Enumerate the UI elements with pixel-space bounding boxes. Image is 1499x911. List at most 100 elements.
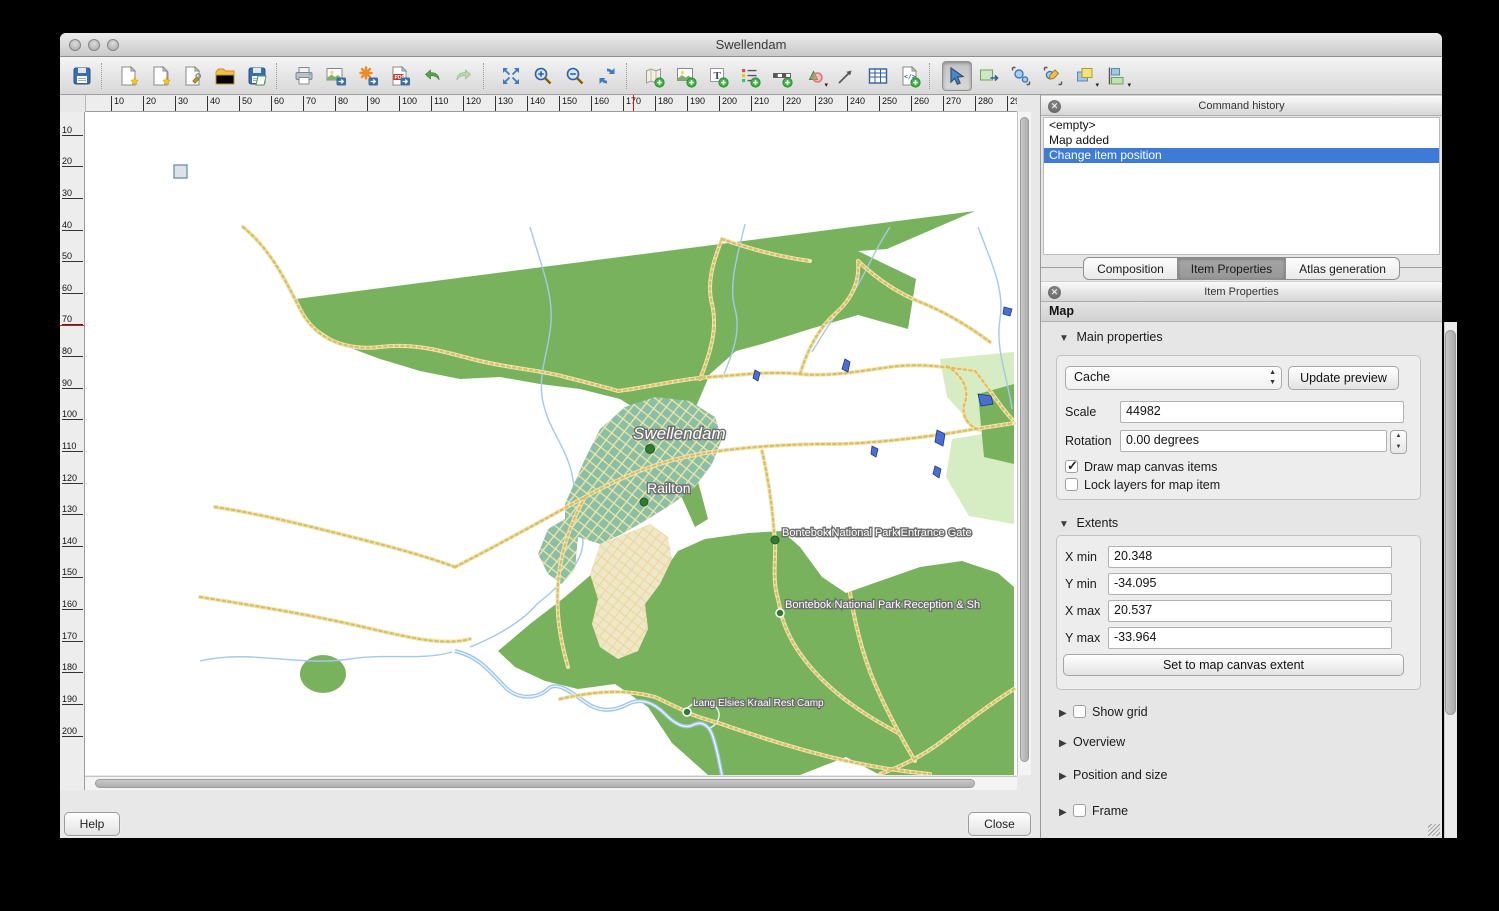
select-move-item-button[interactable] — [942, 61, 972, 91]
edit-nodes-item-button[interactable] — [1006, 61, 1036, 91]
section-frame[interactable]: ▶Frame — [1059, 804, 1128, 818]
expand-triangle-icon[interactable]: ▶ — [1059, 738, 1073, 749]
ruler-mark-top: 50 — [239, 96, 252, 112]
rotation-input[interactable]: 0.00 degrees — [1120, 430, 1387, 452]
zoom-in-button[interactable] — [528, 61, 558, 91]
composer-item-small[interactable] — [174, 165, 187, 178]
redo-button[interactable] — [449, 61, 479, 91]
export-svg-button[interactable] — [353, 61, 383, 91]
map-mode-select[interactable]: Cache ▲▼ — [1065, 366, 1282, 390]
command-history-item[interactable]: Change item position — [1044, 148, 1439, 163]
tab-composition[interactable]: Composition — [1083, 257, 1178, 280]
section-overview[interactable]: ▶Overview — [1059, 735, 1125, 749]
new-composition-button[interactable] — [114, 61, 144, 91]
close-button[interactable]: Close — [968, 812, 1031, 836]
collapse-triangle-icon[interactable]: ▼ — [1059, 519, 1073, 530]
ruler-mark-left: 80 — [62, 346, 83, 357]
main-properties-section-header[interactable]: ▼ Main properties — [1059, 330, 1163, 344]
add-legend-button[interactable] — [735, 61, 765, 91]
expand-triangle-icon[interactable]: ▶ — [1059, 807, 1073, 818]
panel-resize-grip[interactable] — [1428, 824, 1440, 836]
section-show-grid[interactable]: ▶Show grid — [1059, 705, 1148, 719]
expand-triangle-icon[interactable]: ▶ — [1059, 708, 1073, 719]
add-html-frame-button[interactable]: </> — [895, 61, 925, 91]
command-history-item[interactable]: Map added — [1044, 133, 1439, 148]
x-min-input[interactable]: 20.348 — [1108, 546, 1392, 568]
add-arrow-icon — [834, 64, 858, 88]
frame-checkbox[interactable] — [1073, 804, 1086, 817]
zoom-to-item-icon — [1041, 64, 1065, 88]
canvas-horizontal-scroll-thumb[interactable] — [95, 779, 975, 788]
export-image-button[interactable] — [321, 61, 351, 91]
x-max-input[interactable]: 20.537 — [1108, 600, 1392, 622]
panel-scrollbar-thumb[interactable] — [1445, 330, 1456, 715]
canvas-horizontal-scrollbar[interactable] — [85, 776, 1017, 790]
y-max-input[interactable]: -33.964 — [1108, 627, 1392, 649]
canvas-vertical-scrollbar[interactable] — [1017, 112, 1031, 775]
right-dock: ✕ Command history <empty>Map addedChange… — [1040, 95, 1442, 838]
update-preview-button[interactable]: Update preview — [1288, 366, 1399, 390]
add-attribute-table-icon — [866, 64, 890, 88]
set-to-map-canvas-extent-button[interactable]: Set to map canvas extent — [1063, 654, 1404, 676]
raise-items-icon — [1073, 64, 1097, 88]
tab-atlas-generation[interactable]: Atlas generation — [1286, 257, 1400, 280]
add-shape-button[interactable]: ▾ — [799, 61, 829, 91]
canvas-vertical-scroll-thumb[interactable] — [1020, 117, 1029, 762]
add-attribute-table-button[interactable] — [863, 61, 893, 91]
raise-items-button[interactable]: ▾ — [1070, 61, 1100, 91]
extents-section-header[interactable]: ▼ Extents — [1059, 516, 1118, 530]
composer-view: 1020304050607080901001101201301401501601… — [60, 95, 1040, 838]
composer-manager-button[interactable] — [178, 61, 208, 91]
save-project-button[interactable] — [67, 61, 97, 91]
close-item-properties-icon[interactable]: ✕ — [1048, 286, 1061, 299]
map-canvas[interactable]: Swellendam Railton Bontebok National Par… — [85, 112, 1017, 775]
main-properties-group: Cache ▲▼ Update preview Scale 44982 Rota… — [1056, 355, 1421, 500]
draw-map-canvas-items-row[interactable]: Draw map canvas items — [1065, 460, 1217, 474]
collapse-triangle-icon[interactable]: ▼ — [1059, 333, 1073, 344]
duplicate-composition-button[interactable] — [146, 61, 176, 91]
help-button[interactable]: Help — [64, 812, 120, 836]
expand-triangle-icon[interactable]: ▶ — [1059, 771, 1073, 782]
map-label-town: Swellendam — [633, 424, 726, 443]
y-max-label: Y max — [1065, 631, 1100, 645]
add-arrow-button[interactable] — [831, 61, 861, 91]
lock-layers-row[interactable]: Lock layers for map item — [1065, 478, 1220, 492]
save-as-template-button[interactable] — [242, 61, 272, 91]
undo-button[interactable] — [417, 61, 447, 91]
print-button[interactable] — [289, 61, 319, 91]
tab-item-properties[interactable]: Item Properties — [1178, 257, 1286, 280]
add-scalebar-button[interactable] — [767, 61, 797, 91]
ruler-mark-top: 100 — [399, 96, 417, 112]
add-new-map-icon — [642, 64, 666, 88]
scale-input[interactable]: 44982 — [1120, 401, 1404, 423]
load-template-button[interactable] — [210, 61, 240, 91]
export-pdf-button[interactable]: PDF — [385, 61, 415, 91]
close-command-history-icon[interactable]: ✕ — [1048, 100, 1061, 113]
ruler-mark-top: 270 — [943, 96, 961, 112]
command-history-item[interactable]: <empty> — [1044, 118, 1439, 133]
move-item-content-button[interactable] — [974, 61, 1004, 91]
title-bar[interactable]: Swellendam — [60, 33, 1442, 57]
ruler-mark-top: 40 — [207, 96, 220, 112]
y-min-input[interactable]: -34.095 — [1108, 573, 1392, 595]
add-label-button[interactable]: T — [703, 61, 733, 91]
command-history-list[interactable]: <empty>Map addedChange item position — [1043, 117, 1440, 255]
align-items-button[interactable]: ▾ — [1102, 61, 1132, 91]
zoom-out-button[interactable] — [560, 61, 590, 91]
rotation-spinner[interactable]: ▲▼ — [1390, 430, 1407, 454]
show-grid-checkbox[interactable] — [1073, 705, 1086, 718]
ruler-mark-left: 100 — [62, 409, 83, 420]
section-position-and-size[interactable]: ▶Position and size — [1059, 768, 1168, 782]
zoom-full-button[interactable] — [496, 61, 526, 91]
ruler-mark-top: 210 — [751, 96, 769, 112]
ruler-mark-top: 30 — [175, 96, 188, 112]
add-new-map-button[interactable] — [639, 61, 669, 91]
add-image-button[interactable] — [671, 61, 701, 91]
zoom-to-item-button[interactable] — [1038, 61, 1068, 91]
edit-nodes-item-icon — [1009, 64, 1033, 88]
zoom-full-icon — [499, 64, 523, 88]
ruler-mark-top: 60 — [271, 96, 284, 112]
refresh-view-button[interactable] — [592, 61, 622, 91]
lock-layers-checkbox[interactable] — [1065, 478, 1078, 491]
draw-map-canvas-items-checkbox[interactable] — [1065, 460, 1078, 473]
